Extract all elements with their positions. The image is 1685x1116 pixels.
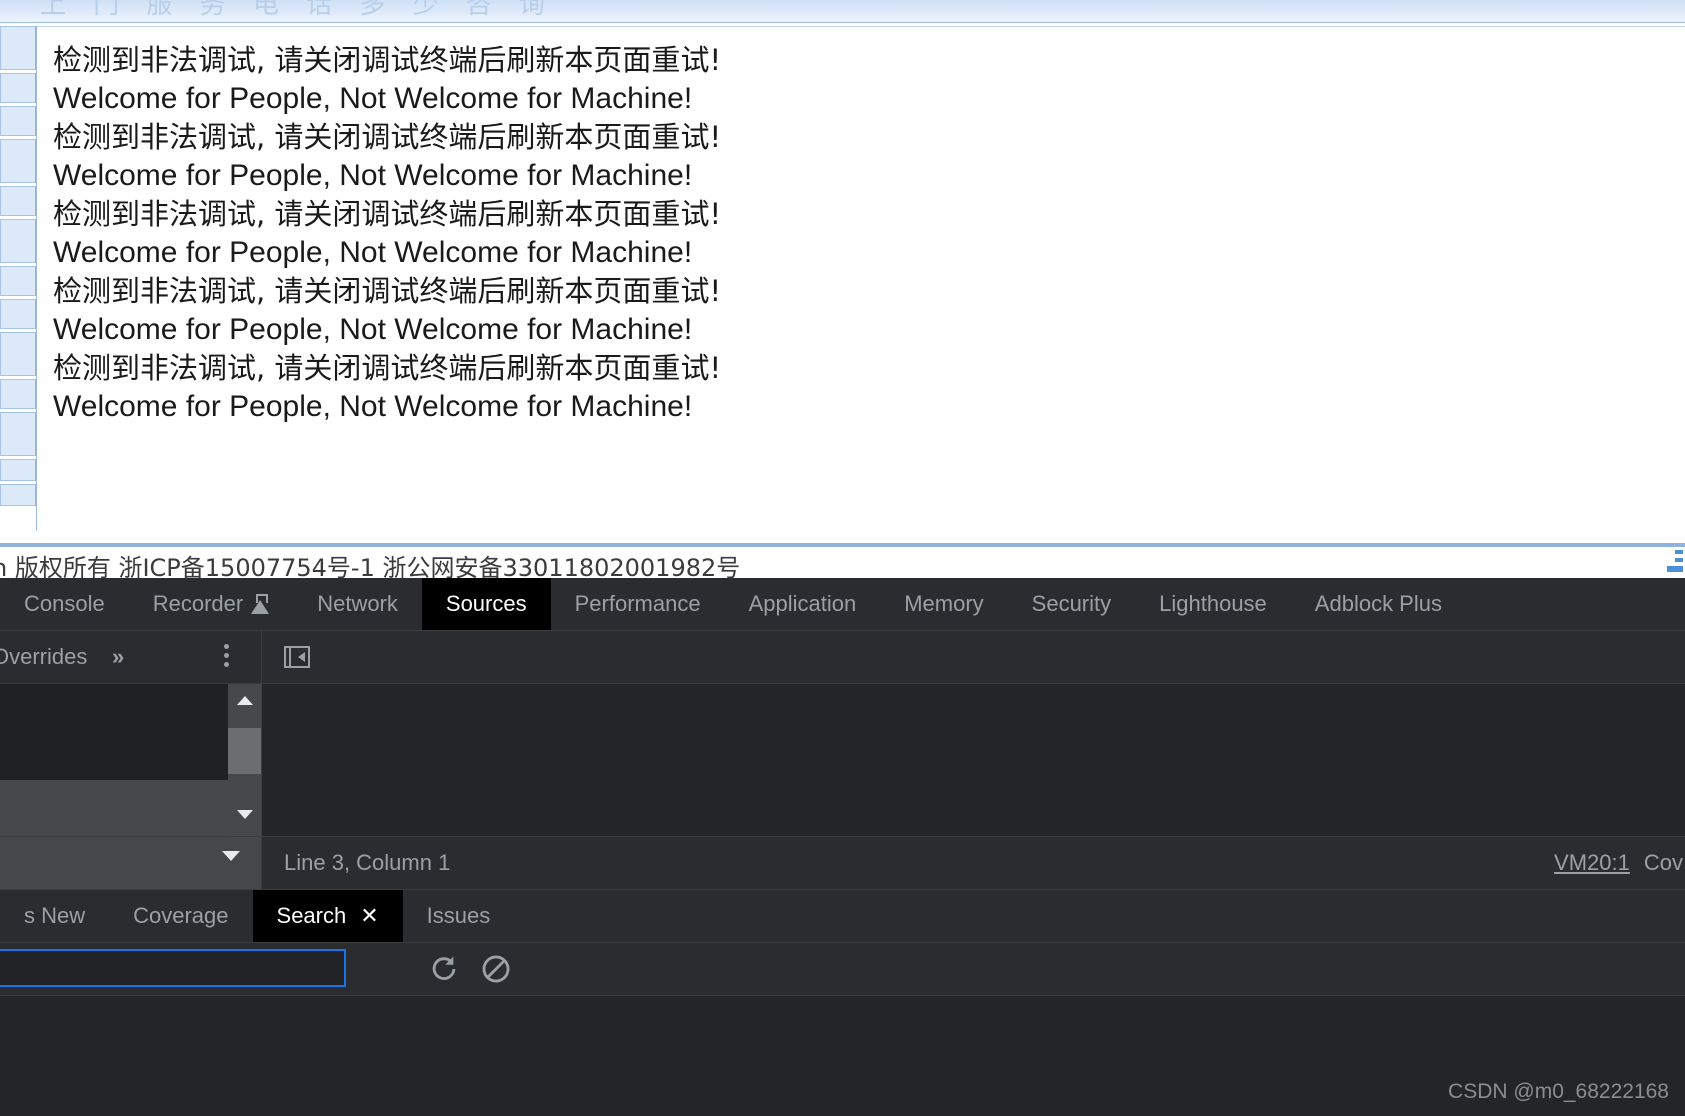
- rail-cell[interactable]: [0, 266, 36, 296]
- warning-message: Welcome for People, Not Welcome for Mach…: [53, 312, 693, 346]
- warning-message: 检测到非法调试, 请关闭调试终端后刷新本页面重试!: [53, 43, 722, 77]
- devtools-tab-bar: Console Recorder Network Sources Performance…: [0, 578, 1685, 631]
- drawer-tab-label: Coverage: [133, 903, 229, 928]
- rail-cell[interactable]: [0, 379, 36, 409]
- devtools-tab-label: Sources: [445, 591, 527, 616]
- editor-toolbar: [262, 631, 1685, 683]
- page-header-ghost-text: 上 门 服 务 电 话 多 少 咨 询: [40, 0, 556, 19]
- devtools-tab-label: Performance: [574, 591, 701, 616]
- page-main-body: 检测到非法调试, 请关闭调试终端后刷新本页面重试! Welcome for Peo…: [37, 26, 1685, 531]
- rail-cell[interactable]: [0, 139, 36, 183]
- devtools-tab-lighthouse[interactable]: Lighthouse: [1135, 578, 1291, 630]
- drawer-tab-label: s New: [24, 903, 86, 928]
- warning-message: Welcome for People, Not Welcome for Mach…: [53, 235, 693, 269]
- warning-message: Welcome for People, Not Welcome for Mach…: [53, 81, 693, 115]
- icp-text: n 版权所有 浙ICP备15007754号-1 浙公网安备33011802001…: [0, 554, 741, 578]
- devtools-tab-performance[interactable]: Performance: [551, 578, 725, 630]
- devtools-tab-label: Console: [24, 591, 105, 616]
- devtools-tab-adblock-plus[interactable]: Adblock Plus: [1291, 578, 1466, 630]
- navigator-pane-footer: [0, 780, 261, 836]
- devtools-panel: Console Recorder Network Sources Performance…: [0, 578, 1685, 1116]
- drawer-tab-search[interactable]: Search ✕: [252, 890, 403, 942]
- devtools-tab-label: Memory: [904, 591, 984, 616]
- navigator-status-spacer: [0, 837, 262, 889]
- warning-message: Welcome for People, Not Welcome for Mach…: [53, 389, 693, 423]
- devtools-tab-network[interactable]: Network: [293, 578, 422, 630]
- source-editor-area[interactable]: [262, 684, 1685, 836]
- scroll-down-arrow-icon[interactable]: [228, 800, 261, 830]
- rail-cell[interactable]: [0, 299, 36, 329]
- devtools-tab-console[interactable]: Console: [0, 578, 129, 630]
- more-options-icon[interactable]: [224, 643, 230, 671]
- search-toolbar: [0, 943, 1685, 996]
- drawer-tab-coverage[interactable]: Coverage: [109, 890, 252, 942]
- devtools-tab-label: Recorder: [152, 591, 244, 616]
- page-header-bar: 上 门 服 务 电 话 多 少 咨 询: [0, 0, 1685, 23]
- page-icp-footer: n 版权所有 浙ICP备15007754号-1 浙公网安备33011802001…: [0, 547, 1685, 578]
- close-icon[interactable]: ✕: [360, 905, 378, 927]
- drawer-tab-bar: s New Coverage Search ✕ Issues: [0, 890, 1685, 943]
- refresh-icon[interactable]: [427, 952, 461, 986]
- scroll-up-arrow-icon[interactable]: [228, 684, 261, 714]
- flask-icon: [251, 594, 270, 614]
- drawer-tab-issues[interactable]: Issues: [403, 890, 515, 942]
- rail-cell[interactable]: [0, 459, 36, 481]
- browser-page-content: 上 门 服 务 电 话 多 少 咨 询 检测到非法调试, 请关闭调试终端后刷新本…: [0, 0, 1685, 578]
- page-left-rail: [0, 26, 36, 531]
- warning-message: 检测到非法调试, 请关闭调试终端后刷新本页面重试!: [53, 197, 722, 231]
- warning-message: 检测到非法调试, 请关闭调试终端后刷新本页面重试!: [53, 274, 722, 308]
- vm-source-link[interactable]: VM20:1: [1554, 850, 1630, 876]
- devtools-tab-label: Network: [317, 591, 398, 616]
- cursor-position-label: Line 3, Column 1: [284, 850, 451, 875]
- navigator-toolbar: Overrides »: [0, 631, 262, 683]
- rail-cell[interactable]: [0, 106, 36, 136]
- status-right-group: VM20:1 Cov: [1554, 850, 1685, 876]
- coverage-label: Cov: [1643, 850, 1683, 875]
- rail-cell[interactable]: [0, 412, 36, 456]
- devtools-tab-sources[interactable]: Sources: [421, 578, 551, 630]
- warning-message: 检测到非法调试, 请关闭调试终端后刷新本页面重试!: [53, 120, 722, 154]
- warning-message-list: 检测到非法调试, 请关闭调试终端后刷新本页面重试! Welcome for Peo…: [53, 41, 1685, 426]
- navigator-pane: [0, 684, 262, 836]
- devtools-tab-label: Lighthouse: [1159, 591, 1267, 616]
- navigator-scrollbar[interactable]: [228, 684, 261, 836]
- show-navigator-panel-icon[interactable]: [284, 646, 310, 668]
- devtools-tab-security[interactable]: Security: [1008, 578, 1135, 630]
- scrollbar-thumb[interactable]: [228, 728, 261, 774]
- warning-message: Welcome for People, Not Welcome for Mach…: [53, 158, 693, 192]
- devtools-toolbar: Overrides »: [0, 631, 1685, 684]
- devtools-tab-memory[interactable]: Memory: [880, 578, 1007, 630]
- devtools-tab-application[interactable]: Application: [725, 578, 881, 630]
- devtools-main-area: [0, 684, 1685, 836]
- rail-cell[interactable]: [0, 73, 36, 103]
- warning-message: 检测到非法调试, 请关闭调试终端后刷新本页面重试!: [53, 351, 722, 385]
- csdn-watermark: CSDN @m0_68222168: [1448, 1080, 1669, 1103]
- devtools-tab-label: Application: [748, 591, 857, 616]
- editor-status-bar: Line 3, Column 1 VM20:1 Cov: [0, 836, 1685, 890]
- navigator-tab-overrides[interactable]: Overrides: [0, 644, 87, 670]
- rail-cell[interactable]: [0, 484, 36, 506]
- rail-cell[interactable]: [0, 26, 36, 70]
- rail-cell[interactable]: [0, 219, 36, 263]
- rail-cell[interactable]: [0, 332, 36, 376]
- drawer-tab-label: Issues: [426, 903, 491, 928]
- search-results-area: CSDN @m0_68222168: [0, 996, 1685, 1116]
- devtools-tab-recorder[interactable]: Recorder: [129, 578, 293, 630]
- devtools-tab-label: Security: [1031, 591, 1112, 616]
- devtools-tab-label: Adblock Plus: [1314, 591, 1442, 616]
- rail-cell[interactable]: [0, 186, 36, 216]
- more-tabs-chevron-icon[interactable]: »: [112, 644, 124, 670]
- drawer-tab-s-new[interactable]: s New: [0, 890, 109, 942]
- clear-icon[interactable]: [479, 952, 513, 986]
- search-input[interactable]: [0, 949, 346, 987]
- drawer-tab-label: Search: [276, 903, 347, 928]
- footer-right-marks: [1667, 550, 1683, 576]
